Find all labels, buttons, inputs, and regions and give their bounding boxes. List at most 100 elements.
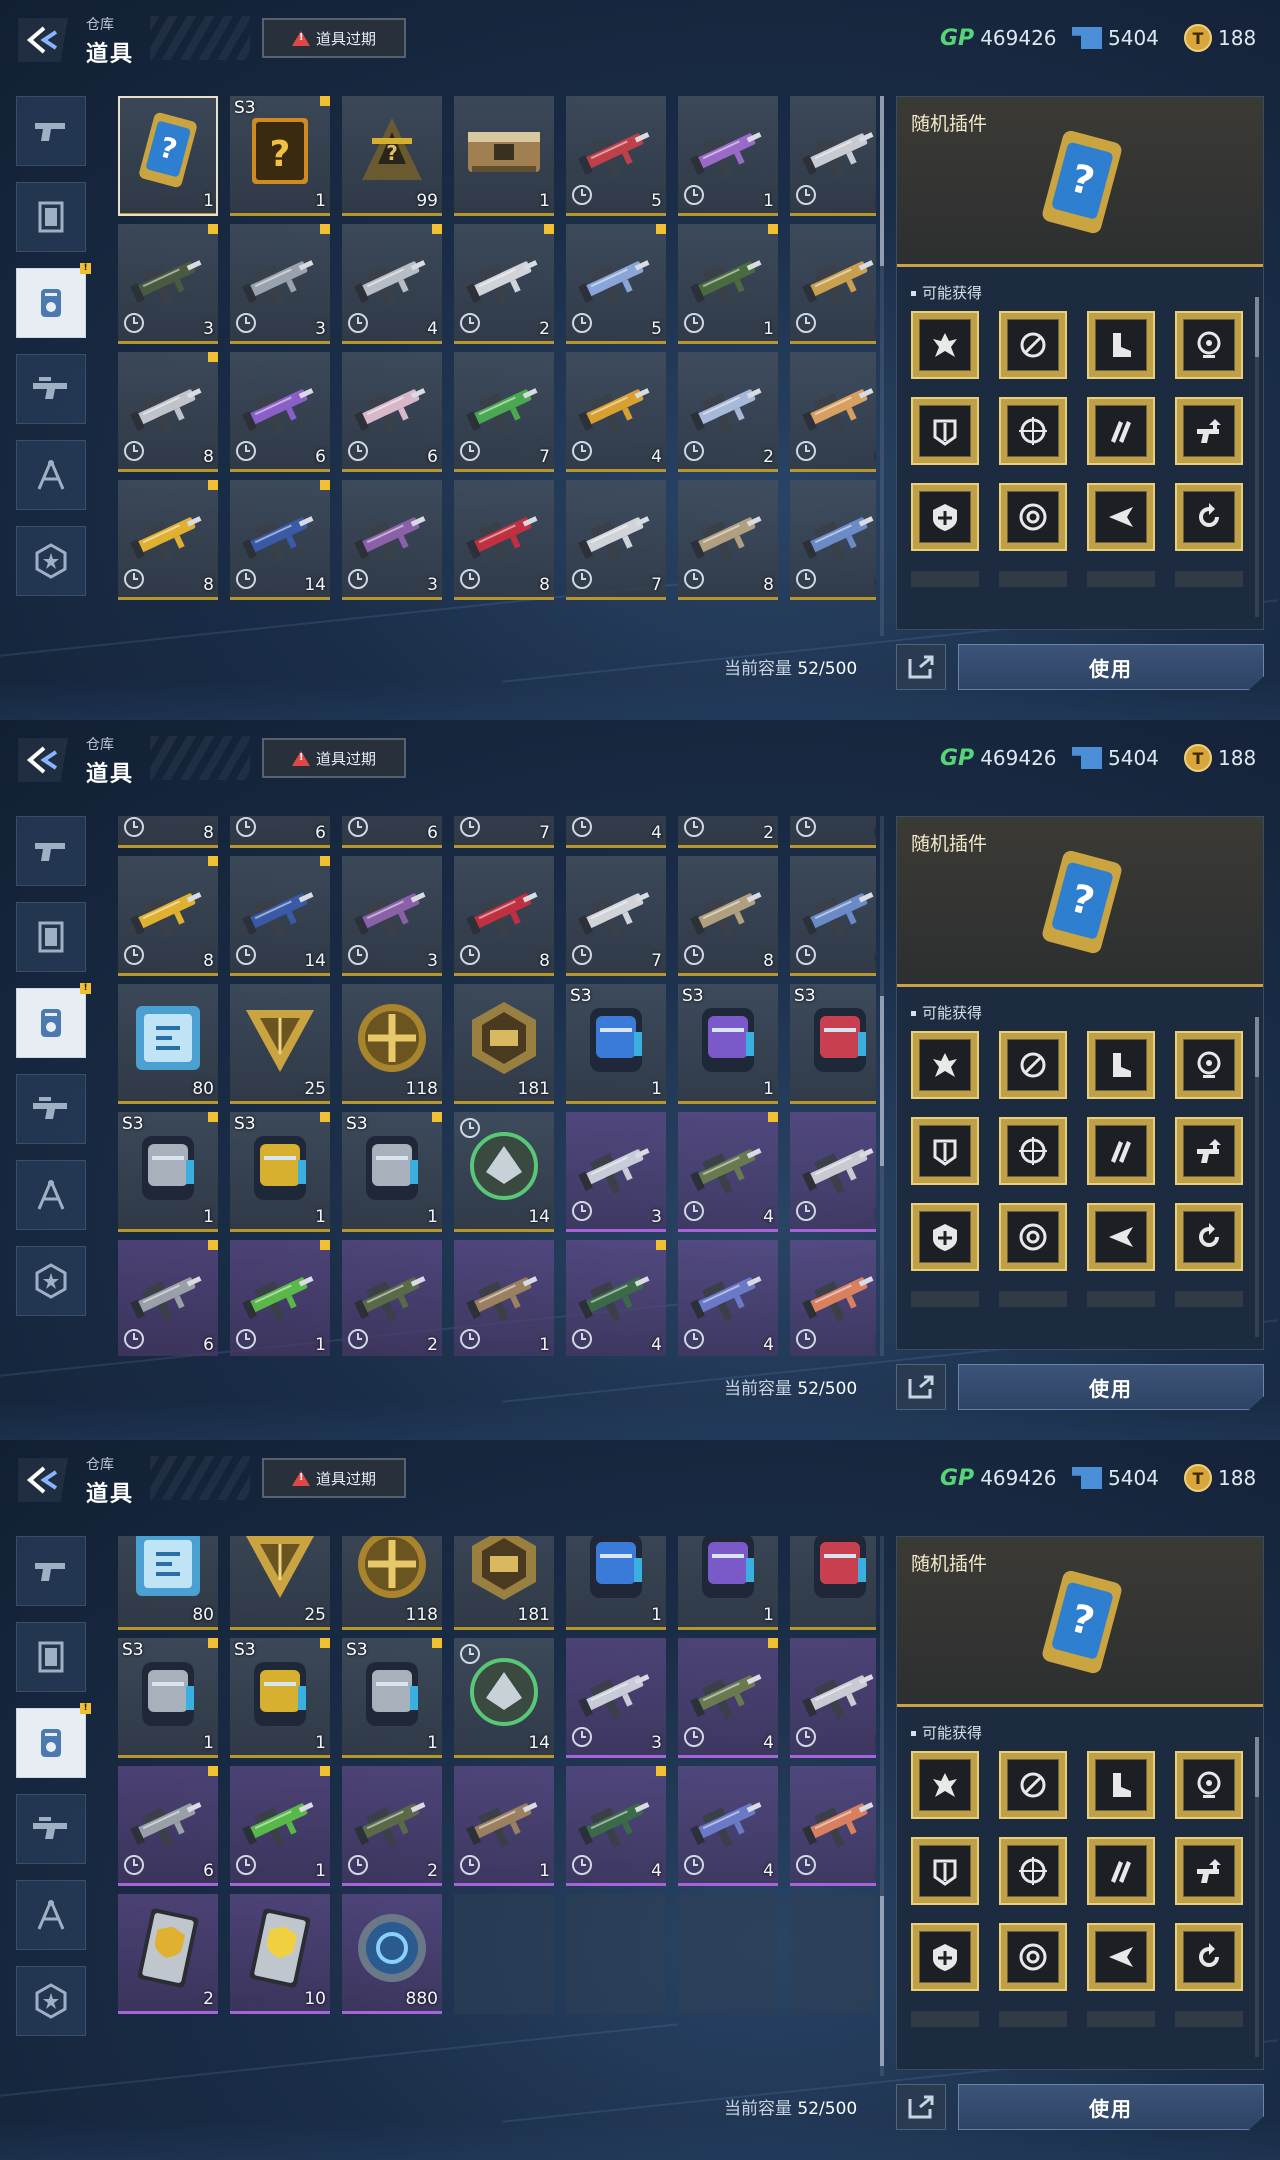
item-slot[interactable]: 3 bbox=[566, 1112, 666, 1232]
item-slot[interactable]: 8 bbox=[118, 856, 218, 976]
share-button[interactable] bbox=[896, 644, 946, 690]
detail-scrollbar[interactable] bbox=[1255, 1017, 1259, 1337]
reward-slot[interactable] bbox=[1175, 1837, 1243, 1905]
reward-slot[interactable] bbox=[999, 1837, 1067, 1905]
item-slot[interactable]: 1 bbox=[678, 96, 778, 216]
item-slot[interactable]: 8 bbox=[118, 352, 218, 472]
item-slot[interactable]: 2 bbox=[342, 1240, 442, 1356]
reward-slot[interactable] bbox=[1175, 1923, 1243, 1991]
item-slot[interactable]: 1 bbox=[678, 224, 778, 344]
item-slot[interactable]: 181 bbox=[454, 1536, 554, 1630]
item-slot[interactable]: ? 99 bbox=[342, 96, 442, 216]
item-slot[interactable]: S31 bbox=[566, 984, 666, 1104]
item-slot[interactable]: 7 bbox=[566, 480, 666, 600]
reward-slot[interactable] bbox=[1175, 483, 1243, 551]
item-slot[interactable]: 6 bbox=[118, 1240, 218, 1356]
item-slot[interactable]: 10 bbox=[230, 1894, 330, 2014]
item-slot[interactable]: 25 bbox=[230, 1536, 330, 1630]
item-slot[interactable]: 7 bbox=[454, 816, 554, 848]
item-slot[interactable]: 1 bbox=[454, 1240, 554, 1356]
item-slot[interactable]: 4 bbox=[678, 1240, 778, 1356]
reward-slot[interactable] bbox=[1087, 1837, 1155, 1905]
sidebar-tab-rifle[interactable] bbox=[16, 1794, 86, 1864]
item-slot[interactable]: ? 1 bbox=[118, 96, 218, 216]
reward-slot[interactable] bbox=[911, 1031, 979, 1099]
reward-slot[interactable] bbox=[999, 1117, 1067, 1185]
sidebar-tab-star[interactable] bbox=[16, 1966, 86, 2036]
item-slot[interactable]: 5 bbox=[790, 1638, 876, 1758]
item-slot[interactable]: S31 bbox=[118, 1112, 218, 1232]
sidebar-tab-frame[interactable] bbox=[16, 902, 86, 972]
item-slot[interactable]: 6 bbox=[118, 1766, 218, 1886]
item-slot[interactable]: 3 bbox=[118, 224, 218, 344]
sidebar-tab-pistol[interactable] bbox=[16, 816, 86, 886]
item-slot[interactable]: S31 bbox=[678, 1536, 778, 1630]
back-button[interactable] bbox=[18, 1458, 68, 1502]
item-slot[interactable]: 1 bbox=[230, 1766, 330, 1886]
item-expiry-button[interactable]: 道具过期 bbox=[262, 18, 406, 58]
grid-scroll-thumb[interactable] bbox=[880, 1896, 884, 2066]
sidebar-tab-star[interactable] bbox=[16, 1246, 86, 1316]
item-slot[interactable]: 3 bbox=[342, 856, 442, 976]
detail-scrollbar[interactable] bbox=[1255, 1737, 1259, 2057]
use-button[interactable]: 使用 bbox=[958, 644, 1264, 690]
grid-scrollbar[interactable] bbox=[880, 1536, 884, 2076]
item-slot[interactable]: 4 bbox=[566, 816, 666, 848]
back-button[interactable] bbox=[18, 738, 68, 782]
sidebar-tab-pistol[interactable] bbox=[16, 96, 86, 166]
item-slot[interactable]: 3 bbox=[790, 1240, 876, 1356]
reward-slot[interactable] bbox=[1087, 311, 1155, 379]
grid-scrollbar[interactable] bbox=[880, 816, 884, 1356]
item-slot[interactable]: 14 bbox=[230, 856, 330, 976]
reward-slot[interactable] bbox=[1175, 1031, 1243, 1099]
reward-slot[interactable] bbox=[999, 1751, 1067, 1819]
item-slot[interactable]: 8 bbox=[454, 480, 554, 600]
item-slot[interactable]: S31 bbox=[342, 1112, 442, 1232]
item-slot[interactable]: 6 bbox=[790, 352, 876, 472]
item-slot[interactable]: 80 bbox=[118, 984, 218, 1104]
sidebar-tab-frame[interactable] bbox=[16, 182, 86, 252]
sidebar-tab-frame[interactable] bbox=[16, 1622, 86, 1692]
item-slot[interactable]: S31 bbox=[678, 984, 778, 1104]
sidebar-tab-items[interactable]: ! bbox=[16, 1703, 91, 1778]
reward-slot[interactable] bbox=[1087, 1923, 1155, 1991]
item-slot[interactable]: 3 bbox=[790, 1766, 876, 1886]
item-slot[interactable]: 4 bbox=[678, 1766, 778, 1886]
item-slot[interactable]: 2 bbox=[790, 96, 876, 216]
item-slot[interactable]: 2 bbox=[678, 352, 778, 472]
reward-slot[interactable] bbox=[911, 1923, 979, 1991]
item-slot[interactable]: 8 bbox=[454, 856, 554, 976]
share-button[interactable] bbox=[896, 1364, 946, 1410]
item-slot[interactable]: ? S3 1 bbox=[230, 96, 330, 216]
item-slot[interactable]: 6 bbox=[342, 816, 442, 848]
item-slot[interactable]: 2 bbox=[678, 816, 778, 848]
reward-slot[interactable] bbox=[999, 483, 1067, 551]
reward-slot[interactable] bbox=[1087, 397, 1155, 465]
item-slot[interactable]: 8 bbox=[678, 480, 778, 600]
item-slot[interactable]: S31 bbox=[790, 1536, 876, 1630]
item-expiry-button[interactable]: 道具过期 bbox=[262, 1458, 406, 1498]
reward-slot[interactable] bbox=[999, 1031, 1067, 1099]
item-slot[interactable]: 1 bbox=[454, 1766, 554, 1886]
item-slot[interactable]: 118 bbox=[342, 984, 442, 1104]
item-slot[interactable]: 5 bbox=[566, 224, 666, 344]
item-slot[interactable]: S31 bbox=[342, 1638, 442, 1758]
item-slot[interactable]: 880 bbox=[342, 1894, 442, 2014]
item-slot[interactable]: 6 bbox=[342, 352, 442, 472]
item-slot[interactable]: 25 bbox=[230, 984, 330, 1104]
item-slot[interactable]: 2 bbox=[342, 1766, 442, 1886]
item-slot[interactable]: 14 bbox=[454, 1638, 554, 1758]
item-slot[interactable]: S31 bbox=[230, 1112, 330, 1232]
grid-scroll-thumb[interactable] bbox=[880, 996, 884, 1166]
reward-slot[interactable] bbox=[1175, 1203, 1243, 1271]
reward-slot[interactable] bbox=[1175, 1751, 1243, 1819]
item-slot[interactable]: 14 bbox=[454, 1112, 554, 1232]
reward-slot[interactable] bbox=[911, 1117, 979, 1185]
item-slot[interactable]: 1 bbox=[230, 1240, 330, 1356]
sidebar-tab-star[interactable] bbox=[16, 526, 86, 596]
reward-slot[interactable] bbox=[911, 1751, 979, 1819]
item-slot[interactable]: 80 bbox=[118, 1536, 218, 1630]
item-slot[interactable]: 8 bbox=[118, 480, 218, 600]
reward-slot[interactable] bbox=[999, 1923, 1067, 1991]
item-slot[interactable]: 14 bbox=[230, 480, 330, 600]
